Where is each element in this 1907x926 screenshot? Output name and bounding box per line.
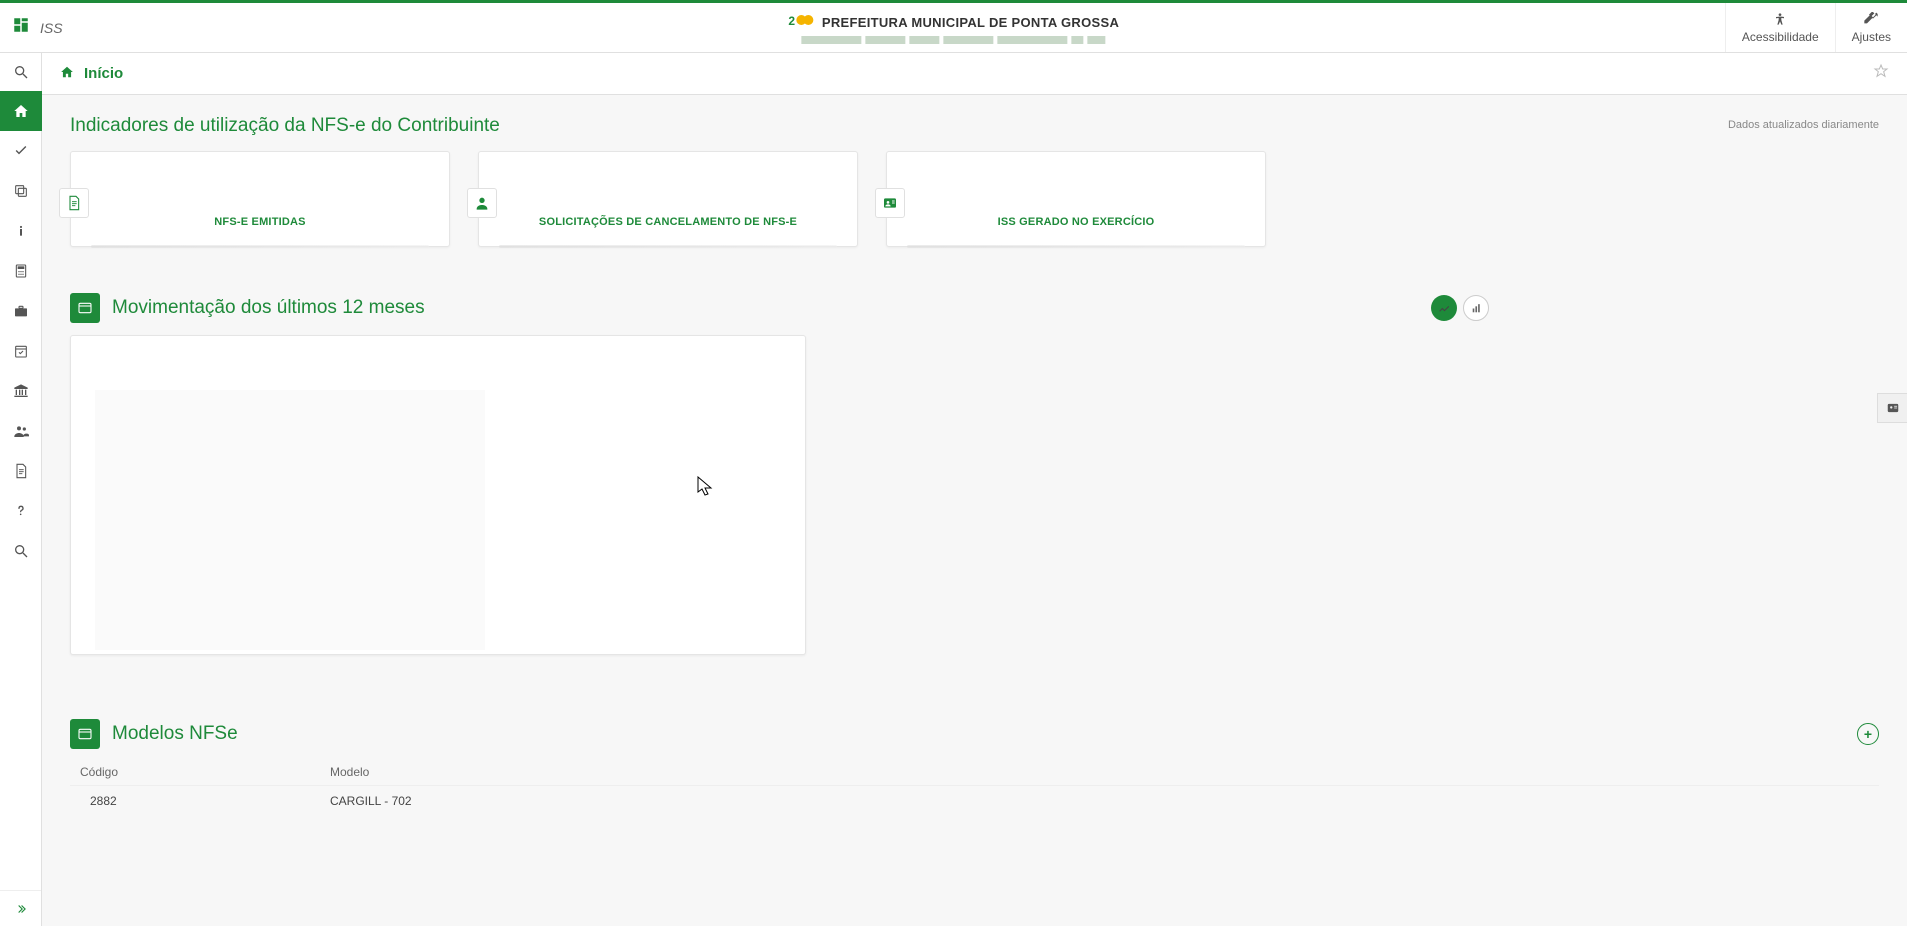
- user-icon: [467, 188, 497, 218]
- accessibility-label: Acessibilidade: [1742, 30, 1819, 44]
- panel-icon: [70, 293, 100, 323]
- sidebar-item-calendar[interactable]: [0, 331, 42, 371]
- accessibility-button[interactable]: Acessibilidade: [1725, 3, 1835, 52]
- app-header: ISS 2 PREFEITURA MUNICIPAL DE PONTA GROS…: [0, 3, 1907, 53]
- favorite-star-icon[interactable]: [1873, 63, 1889, 84]
- svg-text:2: 2: [788, 14, 795, 28]
- settings-button[interactable]: Ajustes: [1835, 3, 1907, 52]
- col-header-code: Código: [80, 765, 330, 779]
- header-title: PREFEITURA MUNICIPAL DE PONTA GROSSA: [822, 15, 1119, 30]
- panel-icon: [70, 719, 100, 749]
- breadcrumb-bar: Início: [42, 53, 1907, 95]
- cell-code: 2882: [80, 794, 330, 808]
- sidebar-item-calculator[interactable]: [0, 251, 42, 291]
- col-header-model: Modelo: [330, 765, 1869, 779]
- sidebar-item-approve[interactable]: [0, 131, 42, 171]
- module-icon: [12, 16, 30, 39]
- mouse-cursor-icon: [697, 476, 713, 496]
- right-panel-tab[interactable]: [1877, 393, 1907, 423]
- module-name: ISS: [40, 20, 63, 36]
- models-table: Código Modelo 2882 CARGILL - 702: [70, 759, 1879, 816]
- models-title: Modelos NFSe: [112, 723, 238, 745]
- table-row[interactable]: 2882 CARGILL - 702: [70, 785, 1879, 816]
- id-card-icon: [875, 188, 905, 218]
- sidebar-item-search-2[interactable]: [0, 531, 42, 571]
- movement-title: Movimentação dos últimos 12 meses: [112, 297, 425, 319]
- sidebar: [0, 53, 42, 926]
- indicator-label: NFS-E EMITIDAS: [214, 216, 305, 228]
- sidebar-search[interactable]: [0, 53, 42, 91]
- cell-model: CARGILL - 702: [330, 794, 1869, 808]
- sidebar-item-help[interactable]: [0, 491, 42, 531]
- sidebar-item-briefcase[interactable]: [0, 291, 42, 331]
- home-icon[interactable]: [60, 65, 74, 83]
- movement-chart-panel: [70, 335, 806, 655]
- indicator-card-cancelamentos[interactable]: SOLICITAÇÕES DE CANCELAMENTO DE NFS-E: [478, 151, 858, 247]
- add-model-button[interactable]: +: [1857, 723, 1879, 745]
- sidebar-item-institution[interactable]: [0, 371, 42, 411]
- sidebar-item-document[interactable]: [0, 451, 42, 491]
- settings-label: Ajustes: [1852, 30, 1891, 44]
- sidebar-item-info[interactable]: [0, 211, 42, 251]
- indicator-label: SOLICITAÇÕES DE CANCELAMENTO DE NFS-E: [539, 216, 797, 228]
- sidebar-expand-button[interactable]: [0, 890, 41, 926]
- indicator-card-nfse-emitidas[interactable]: NFS-E EMITIDAS: [70, 151, 450, 247]
- sidebar-item-users[interactable]: [0, 411, 42, 451]
- document-icon: [59, 188, 89, 218]
- chart-line-toggle[interactable]: [1431, 295, 1457, 321]
- city-logo-icon: 2: [788, 11, 814, 34]
- sidebar-item-home[interactable]: [0, 91, 42, 131]
- chart-bar-toggle[interactable]: [1463, 295, 1489, 321]
- indicators-section-title: Indicadores de utilização da NFS-e do Co…: [70, 115, 1879, 137]
- sidebar-item-copy[interactable]: [0, 171, 42, 211]
- indicator-label: ISS GERADO NO EXERCÍCIO: [998, 216, 1155, 228]
- breadcrumb-label: Início: [84, 65, 123, 82]
- indicator-card-iss-gerado[interactable]: ISS GERADO NO EXERCÍCIO: [886, 151, 1266, 247]
- header-subtitle-redacted: [801, 36, 1105, 44]
- updated-note: Dados atualizados diariamente: [1728, 119, 1879, 131]
